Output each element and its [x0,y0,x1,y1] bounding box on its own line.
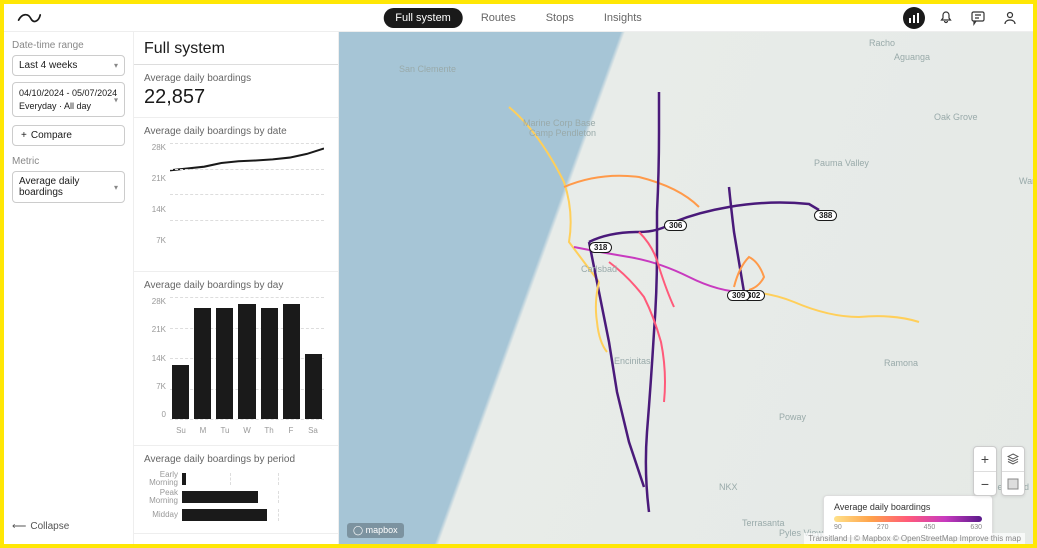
mapbox-logo: ◯ mapbox [347,523,404,538]
metric-label: Metric [12,156,125,167]
map-legend: Average daily boardings 90270450630 [823,495,993,538]
map-style-button[interactable] [1002,447,1024,471]
page-title: Full system [134,32,338,65]
improve-map-link[interactable]: Improve this map [960,534,1021,543]
map-canvas[interactable]: San ClementeRachoAguangaOak GrovePauma V… [339,32,1033,544]
zoom-in-button[interactable]: + [974,447,996,471]
map-attribution: Transitland | © Mapbox © OpenStreetMap I… [804,533,1025,544]
map-satellite-button[interactable] [1002,471,1024,495]
daterange-sub: Everyday · All day [19,100,118,113]
compare-label: Compare [31,130,72,141]
metric-select[interactable]: Average daily boardings ▾ [12,171,125,203]
route-badge[interactable]: 309 [727,290,750,301]
chat-icon[interactable] [967,7,989,29]
arrow-left-icon: ⟵ [12,521,26,532]
main-nav: Full system Routes Stops Insights [383,8,654,28]
route-badge[interactable]: 318 [589,242,612,253]
zoom-out-button[interactable]: − [974,471,996,495]
map-layer-controls [1001,446,1025,496]
nav-full-system[interactable]: Full system [383,8,463,28]
daterange-preset-value: Last 4 weeks [19,60,77,71]
route-badge[interactable]: 306 [664,220,687,231]
legend-gradient [834,516,982,522]
boardings-by-day-chart: 28K21K14K7K0 SuMTuWThFSa [144,297,328,437]
kpi-value: 22,857 [144,86,328,109]
nav-routes[interactable]: Routes [469,8,528,28]
route-lines [339,32,1033,544]
by-day-label: Average daily boardings by day [144,280,328,291]
legend-title: Average daily boardings [834,502,982,512]
chevron-down-icon: ▾ [114,61,118,70]
bell-icon[interactable] [935,7,957,29]
collapse-label: Collapse [30,521,69,532]
daterange-label: Date-time range [12,40,125,51]
analytics-icon[interactable] [903,7,925,29]
boardings-by-period-chart: EarlyMorningPeakMorningMidday [144,471,328,523]
daterange-text: 04/10/2024 - 05/07/2024 [19,87,118,100]
plus-icon: + [21,130,27,141]
collapse-button[interactable]: ⟵ Collapse [12,517,125,536]
boardings-by-date-chart: 28K21K14K7K [144,143,328,263]
route-badge[interactable]: 388 [814,210,837,221]
compare-button[interactable]: + Compare [12,125,125,146]
nav-insights[interactable]: Insights [592,8,654,28]
daterange-detail-select[interactable]: 04/10/2024 - 05/07/2024 Everyday · All d… [12,82,125,117]
map-zoom-controls: + − [973,446,997,496]
metric-value: Average daily boardings [19,176,114,198]
chevron-down-icon: ▾ [114,183,118,192]
app-logo [16,8,42,28]
user-icon[interactable] [999,7,1021,29]
by-date-label: Average daily boardings by date [144,126,328,137]
chevron-down-icon: ▾ [114,94,118,105]
by-period-label: Average daily boardings by period [144,454,328,465]
daterange-preset-select[interactable]: Last 4 weeks ▾ [12,55,125,76]
nav-stops[interactable]: Stops [534,8,586,28]
kpi-label: Average daily boardings [144,73,328,84]
